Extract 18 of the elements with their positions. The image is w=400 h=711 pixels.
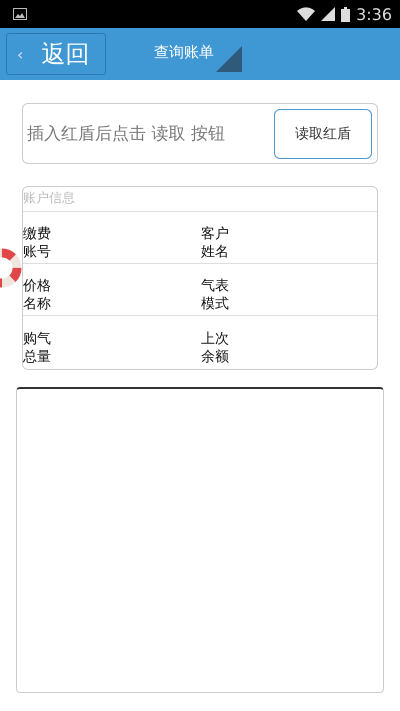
battery-icon bbox=[341, 6, 350, 22]
section-title: 账户信息 bbox=[23, 187, 377, 212]
status-time: 3:36 bbox=[356, 4, 392, 24]
field-label: 客户姓名 bbox=[201, 226, 229, 261]
field-label: 价格名称 bbox=[23, 278, 51, 313]
dropdown-triangle-icon bbox=[216, 46, 242, 72]
image-icon bbox=[13, 8, 27, 20]
field-label: 缴费账号 bbox=[23, 226, 51, 261]
wifi-icon bbox=[297, 7, 316, 21]
lifebuoy-icon[interactable] bbox=[0, 248, 22, 288]
signal-icon bbox=[321, 7, 336, 21]
field-label: 上次余额 bbox=[201, 331, 229, 366]
back-button[interactable]: ‹ 返回 bbox=[6, 33, 106, 75]
read-button[interactable]: 读取红盾 bbox=[274, 108, 372, 158]
spinner-title[interactable]: 查询账单 bbox=[154, 28, 242, 80]
card-input-field[interactable]: 插入红盾后点击 读取 按钮 bbox=[27, 124, 274, 144]
field-label: 气表模式 bbox=[201, 278, 229, 313]
field-label: 购气总量 bbox=[23, 331, 51, 366]
